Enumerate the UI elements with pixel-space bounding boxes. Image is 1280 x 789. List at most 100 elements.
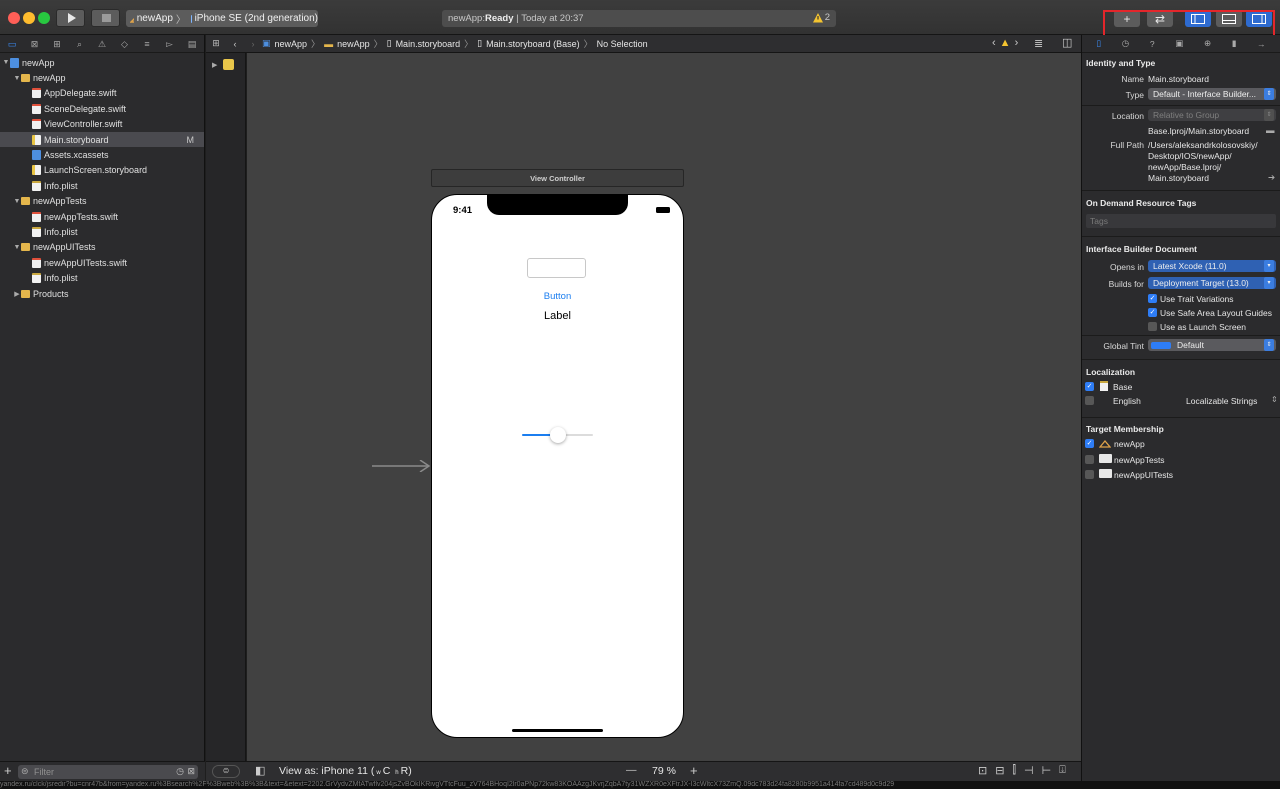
breadcrumb-group[interactable]: newApp: [337, 39, 370, 49]
ui-label[interactable]: Label: [432, 310, 683, 322]
stop-button[interactable]: [91, 9, 120, 27]
size-inspector-icon[interactable]: ▮: [1232, 38, 1237, 49]
zoom-window-button[interactable]: [38, 12, 50, 24]
disclosure-triangle-icon[interactable]: ▼: [13, 75, 21, 82]
debug-nav-icon[interactable]: ≡: [141, 39, 153, 49]
find-nav-icon[interactable]: ⌕: [74, 39, 86, 49]
resolve-issues-icon[interactable]: ⊢: [1042, 764, 1052, 777]
opens-in-popup[interactable]: Latest Xcode (11.0) ▾: [1148, 260, 1276, 272]
breadcrumb-selection[interactable]: No Selection: [597, 39, 648, 49]
file-tree-row[interactable]: Assets.xcassets: [0, 147, 204, 162]
file-tree-row[interactable]: Info.plist: [0, 224, 204, 239]
close-window-button[interactable]: [8, 12, 20, 24]
disclosure-triangle-icon[interactable]: ▶: [13, 290, 21, 298]
navigator-filter-field[interactable]: ⊜ Filter ◷ ⊠: [18, 765, 198, 779]
disclosure-triangle-icon[interactable]: ▼: [2, 59, 10, 66]
toggle-outline-icon[interactable]: ◧: [255, 764, 265, 777]
add-editor-icon[interactable]: ◫: [1062, 36, 1072, 49]
hide-debug-icon[interactable]: ⍗: [1059, 764, 1066, 777]
connections-inspector-icon[interactable]: →: [1257, 39, 1266, 49]
reveal-in-finder-icon[interactable]: ➔: [1268, 172, 1275, 183]
tags-field[interactable]: Tags: [1086, 214, 1276, 228]
file-tree-row[interactable]: Info.plist: [0, 178, 204, 193]
scm-filter-icon[interactable]: ⊠: [187, 766, 195, 777]
disclosure-triangle-icon[interactable]: ▼: [13, 244, 21, 251]
device-config[interactable]: View as: iPhone 11 ( w C h R): [279, 765, 412, 777]
entry-point-arrow[interactable]: [372, 460, 430, 472]
zoom-out-button[interactable]: —: [626, 764, 637, 776]
file-tree-row[interactable]: AppDelegate.swift: [0, 86, 204, 101]
quick-help-icon[interactable]: ?: [1150, 39, 1155, 49]
breakpoint-nav-icon[interactable]: ▻: [164, 39, 176, 49]
file-tree-row[interactable]: newAppTests.swift: [0, 209, 204, 224]
ui-slider[interactable]: [522, 427, 593, 443]
breadcrumb-project[interactable]: newApp: [275, 39, 308, 49]
zoom-level[interactable]: 79 %: [652, 765, 676, 777]
pin-icon[interactable]: ⊣: [1024, 764, 1034, 777]
english-localization-type[interactable]: Localizable Strings: [1186, 396, 1257, 406]
file-tree-row[interactable]: ▼ newAppTests: [0, 194, 204, 209]
source-control-nav-icon[interactable]: ⊠: [29, 39, 41, 49]
test-nav-icon[interactable]: ◇: [119, 39, 131, 49]
editor-options-icon[interactable]: ≣: [1034, 37, 1043, 50]
name-value[interactable]: Main.storyboard: [1148, 74, 1209, 84]
type-popup[interactable]: Default - Interface Builder... ⇕: [1148, 88, 1276, 100]
ui-button[interactable]: Button: [432, 291, 683, 302]
disclosure-triangle-icon[interactable]: ▶: [212, 61, 217, 69]
align-icon[interactable]: ⫿: [1012, 764, 1016, 777]
add-file-icon[interactable]: +: [4, 763, 12, 778]
text-field[interactable]: [527, 258, 586, 278]
outline-filter-icon[interactable]: ⊜: [212, 765, 240, 778]
minimize-window-button[interactable]: [23, 12, 35, 24]
scheme-selector[interactable]: newApp 〉 iPhone SE (2nd generation): [126, 10, 318, 27]
slider-thumb[interactable]: [549, 427, 566, 443]
issue-nav-icon[interactable]: ⚠: [96, 39, 108, 49]
folder-icon[interactable]: ▬: [1266, 125, 1275, 135]
forward-icon[interactable]: ›: [244, 39, 262, 49]
next-issue-icon[interactable]: ›: [1015, 37, 1019, 49]
file-tree-row[interactable]: ViewController.swift: [0, 117, 204, 132]
report-nav-icon[interactable]: ▤: [186, 39, 198, 49]
builds-for-popup[interactable]: Deployment Target (13.0) ▾: [1148, 277, 1276, 289]
file-tree-row[interactable]: ▼ newAppUITests: [0, 240, 204, 255]
back-icon[interactable]: ‹: [226, 39, 244, 49]
target-uitests-checkbox[interactable]: [1085, 470, 1094, 479]
file-tree-row[interactable]: Info.plist: [0, 270, 204, 285]
update-frames-icon[interactable]: ⊡: [978, 764, 987, 777]
folder-nav-icon[interactable]: ▭: [6, 39, 18, 49]
scene-icon[interactable]: [223, 59, 234, 70]
run-button[interactable]: [56, 9, 85, 27]
disclosure-triangle-icon[interactable]: ▼: [13, 198, 21, 205]
trait-variations-checkbox[interactable]: ✓: [1148, 294, 1157, 303]
related-items-icon[interactable]: ⊞: [206, 38, 226, 49]
location-popup[interactable]: Relative to Group ⇕: [1148, 109, 1276, 121]
file-tree-row[interactable]: ▼ newApp: [0, 55, 204, 70]
embed-in-icon[interactable]: ⊟: [995, 764, 1004, 777]
launch-screen-checkbox[interactable]: [1148, 322, 1157, 331]
file-tree-row[interactable]: newAppUITests.swift: [0, 255, 204, 270]
symbol-nav-icon[interactable]: ⊞: [51, 39, 63, 49]
recent-files-icon[interactable]: ◷: [176, 766, 184, 777]
base-localization-checkbox[interactable]: ✓: [1085, 382, 1094, 391]
attributes-inspector-icon[interactable]: ⊕: [1204, 38, 1211, 49]
file-tree-row[interactable]: ▶ Products: [0, 286, 204, 301]
target-tests-checkbox[interactable]: [1085, 455, 1094, 464]
safe-area-checkbox[interactable]: ✓: [1148, 308, 1157, 317]
file-tree-label: SceneDelegate.swift: [44, 103, 127, 114]
history-inspector-icon[interactable]: ◷: [1122, 38, 1129, 49]
previous-issue-icon[interactable]: ‹: [992, 37, 996, 49]
english-localization-checkbox[interactable]: [1085, 396, 1094, 405]
breadcrumb-file[interactable]: Main.storyboard: [396, 39, 461, 49]
target-newapp-checkbox[interactable]: ✓: [1085, 439, 1094, 448]
breadcrumb-localization[interactable]: Main.storyboard (Base): [486, 39, 580, 49]
scene-title-bar[interactable]: View Controller: [431, 169, 684, 187]
file-tree-row[interactable]: ▼ newApp: [0, 70, 204, 85]
file-inspector-icon[interactable]: ▯: [1096, 38, 1101, 49]
identity-inspector-icon[interactable]: ▣: [1175, 38, 1183, 49]
zoom-in-button[interactable]: +: [690, 763, 698, 778]
file-tree-row[interactable]: LaunchScreen.storyboard: [0, 163, 204, 178]
file-tree-row[interactable]: Main.storyboard M: [0, 131, 204, 148]
warning-indicator[interactable]: 2: [812, 12, 830, 23]
file-tree-row[interactable]: SceneDelegate.swift: [0, 101, 204, 116]
global-tint-popup[interactable]: Default ⇕: [1148, 339, 1276, 351]
